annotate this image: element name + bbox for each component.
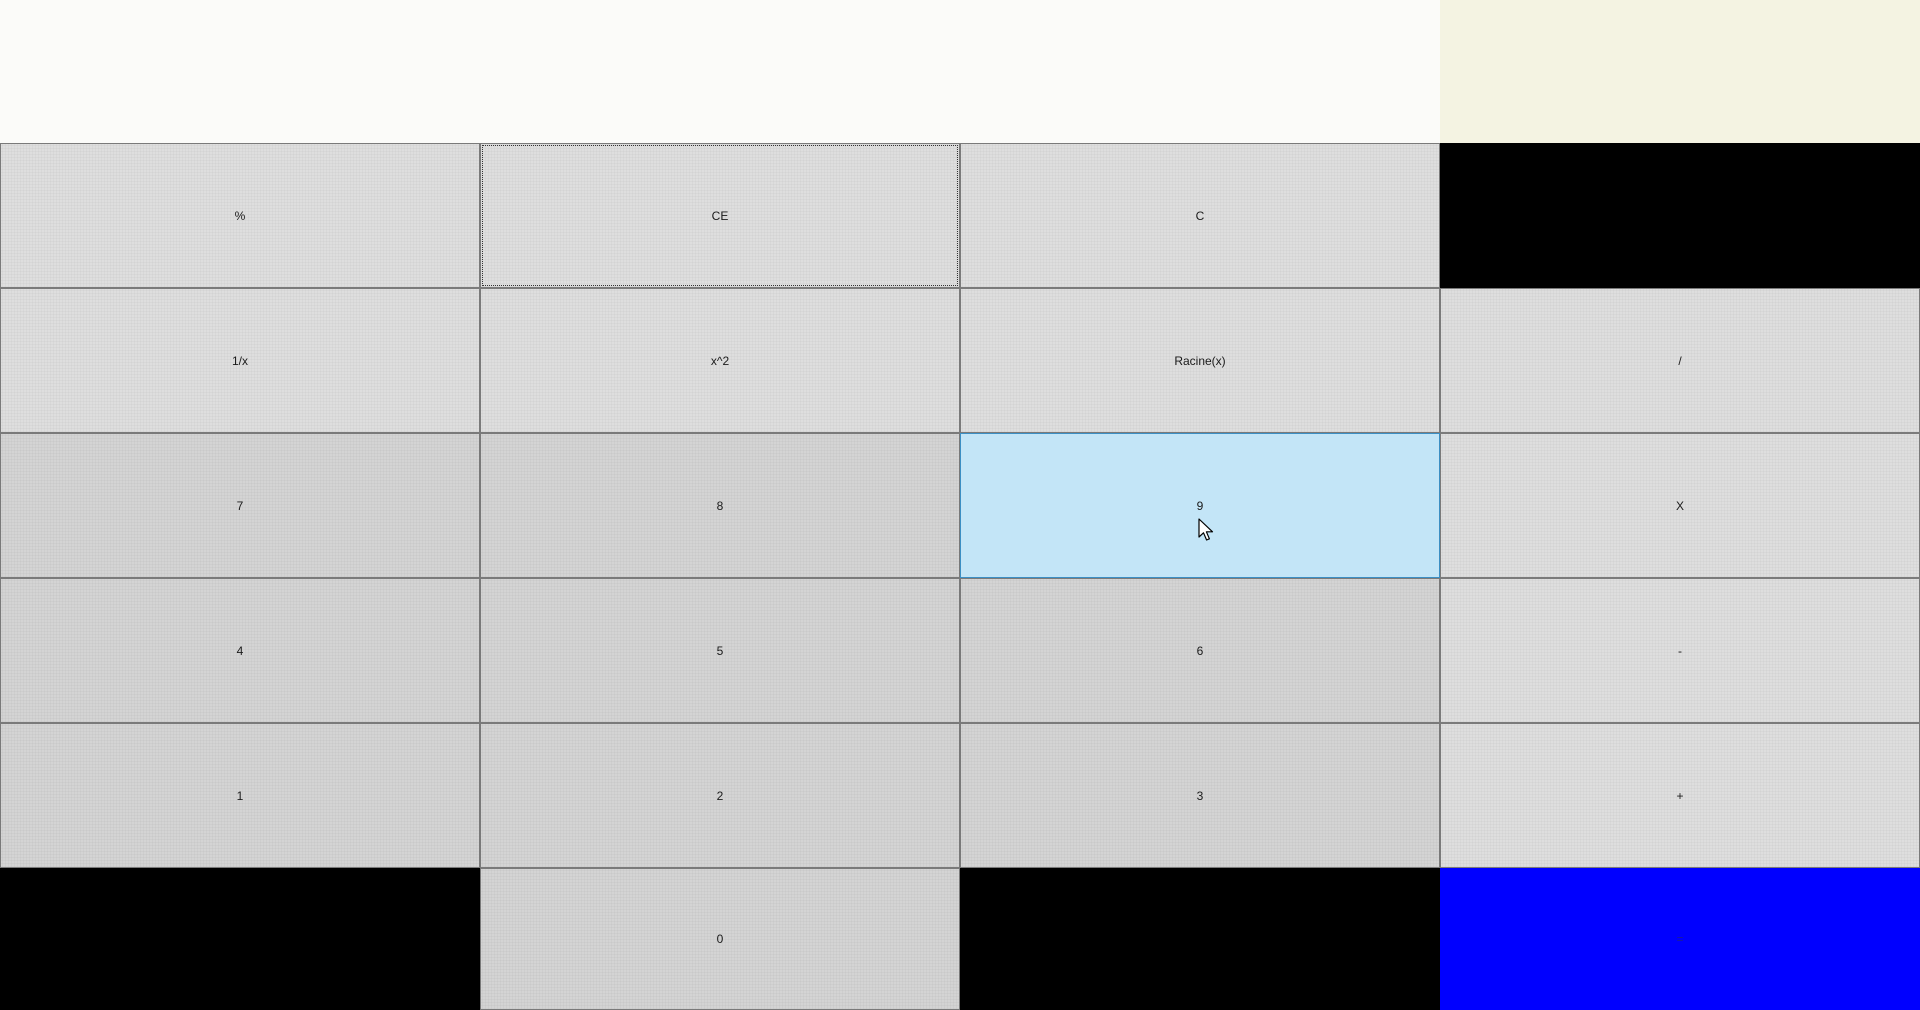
digit-5-button[interactable]: 5 [480, 578, 960, 723]
digit-6-button[interactable]: 6 [960, 578, 1440, 723]
clear-button[interactable]: C [960, 143, 1440, 288]
reciprocal-button[interactable]: 1/x [0, 288, 480, 433]
multiply-button[interactable]: X [1440, 433, 1920, 578]
plus-button[interactable]: + [1440, 723, 1920, 868]
divide-button[interactable]: / [1440, 288, 1920, 433]
digit-7-button[interactable]: 7 [0, 433, 480, 578]
digit-8-button[interactable]: 8 [480, 433, 960, 578]
equals-button[interactable]: = [1440, 868, 1920, 1010]
clear-entry-button[interactable]: CE [480, 143, 960, 288]
negate-button[interactable] [0, 868, 480, 1010]
keypad: % CE C 1/x x^2 Racine(x) / 7 8 9 X 4 5 6… [0, 143, 1920, 1010]
digit-0-button[interactable]: 0 [480, 868, 960, 1010]
backspace-button[interactable] [1440, 143, 1920, 288]
square-button[interactable]: x^2 [480, 288, 960, 433]
percent-button[interactable]: % [0, 143, 480, 288]
display-screen [0, 0, 1440, 143]
decimal-button[interactable] [960, 868, 1440, 1010]
history-panel [1440, 0, 1920, 143]
digit-4-button[interactable]: 4 [0, 578, 480, 723]
digit-2-button[interactable]: 2 [480, 723, 960, 868]
digit-9-button[interactable]: 9 [960, 433, 1440, 578]
digit-1-button[interactable]: 1 [0, 723, 480, 868]
calculator-window: % CE C 1/x x^2 Racine(x) / 7 8 9 X 4 5 6… [0, 0, 1920, 1010]
square-root-button[interactable]: Racine(x) [960, 288, 1440, 433]
digit-3-button[interactable]: 3 [960, 723, 1440, 868]
minus-button[interactable]: - [1440, 578, 1920, 723]
